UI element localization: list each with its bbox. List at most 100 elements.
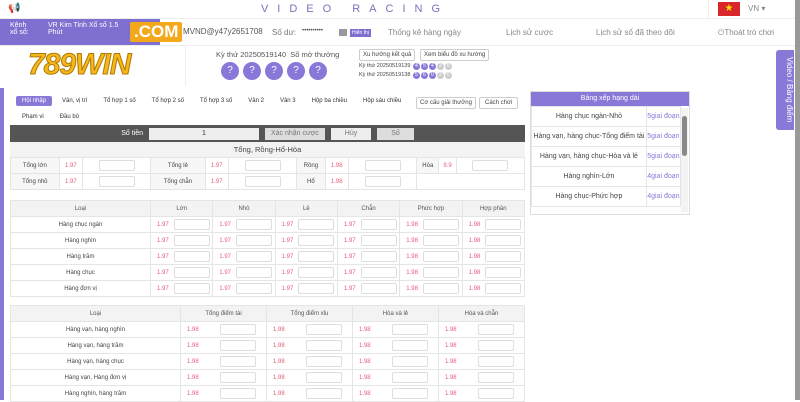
odds-value[interactable]: 1.98 — [180, 353, 210, 370]
odds-value[interactable]: 1.98 — [461, 248, 483, 265]
bet-amount-input[interactable] — [485, 283, 522, 294]
bet-amount-input[interactable] — [360, 251, 397, 262]
bet-amount-input[interactable] — [423, 267, 460, 278]
number-button[interactable]: Số — [377, 127, 414, 140]
eye-toggle-icon[interactable] — [339, 29, 347, 36]
odds-value[interactable]: 1.98 — [437, 337, 468, 354]
bet-amount-input[interactable] — [173, 251, 210, 262]
bet-amount-input[interactable] — [236, 267, 273, 278]
tab-hop-sau-chieu[interactable]: Hộp sáu chiều — [357, 96, 407, 106]
odds-value[interactable]: 1.97 — [204, 157, 229, 174]
odds-value[interactable]: 1.98 — [265, 369, 296, 386]
nav-daily-stats[interactable]: Thống kê hàng ngày — [388, 28, 461, 37]
bet-amount-input[interactable] — [472, 160, 509, 171]
odds-value[interactable]: 1.98 — [461, 264, 483, 281]
bet-amount-input[interactable] — [305, 356, 342, 367]
tab-dau-bo[interactable]: Đầu bò — [54, 112, 85, 122]
odds-value[interactable]: 1.98 — [461, 216, 483, 233]
bet-amount-input[interactable] — [423, 219, 460, 230]
bet-amount-input[interactable] — [173, 267, 210, 278]
bet-amount-input[interactable] — [391, 372, 428, 383]
odds-value[interactable]: 1.97 — [204, 173, 229, 190]
odds-value[interactable]: 1.97 — [274, 216, 296, 233]
bet-amount-input[interactable] — [244, 176, 281, 187]
odds-value[interactable]: 1.97 — [274, 248, 296, 265]
odds-value[interactable]: 1.97 — [336, 280, 359, 297]
odds-value[interactable]: 1.97 — [274, 264, 296, 281]
bet-amount-input[interactable] — [485, 251, 522, 262]
vietnam-flag-icon[interactable]: ★ — [718, 2, 740, 16]
odds-value[interactable]: 1.98 — [351, 385, 382, 402]
nav-bet-history[interactable]: Lịch sử cược — [506, 28, 553, 37]
bet-amount-input[interactable] — [298, 219, 335, 230]
show-balance-button[interactable]: Hiển thị — [350, 29, 371, 37]
odds-value[interactable]: 1.98 — [351, 321, 382, 338]
bet-amount-input[interactable] — [360, 235, 397, 246]
odds-value[interactable]: 1.98 — [351, 353, 382, 370]
tab-to-hop-1[interactable]: Tổ hợp 1 số — [97, 96, 141, 106]
odds-value[interactable]: 1.97 — [58, 173, 84, 190]
bet-amount-input[interactable] — [298, 283, 335, 294]
odds-value[interactable]: 1.98 — [180, 321, 210, 338]
how-to-play-button[interactable]: Cách chơi — [479, 97, 519, 109]
bet-amount-input[interactable] — [360, 267, 397, 278]
odds-value[interactable]: 1.97 — [212, 248, 234, 265]
bet-amount-input[interactable] — [219, 340, 256, 351]
nav-tracked-history[interactable]: Lịch sử số đã theo dõi — [596, 28, 675, 37]
bet-amount-input[interactable] — [391, 340, 428, 351]
odds-value[interactable]: 9.9 — [438, 157, 457, 174]
bet-amount-input[interactable] — [173, 219, 210, 230]
bet-amount-input[interactable] — [98, 160, 135, 171]
bet-amount-input[interactable] — [423, 251, 460, 262]
odds-value[interactable]: 1.97 — [212, 216, 234, 233]
odds-value[interactable]: 1.98 — [399, 232, 421, 249]
bet-amount-input[interactable] — [236, 283, 273, 294]
odds-value[interactable]: 1.98 — [265, 385, 296, 402]
bet-amount-input[interactable] — [423, 235, 460, 246]
bet-amount-input[interactable] — [173, 283, 210, 294]
bet-amount-input[interactable] — [219, 388, 256, 399]
odds-value[interactable]: 1.97 — [212, 264, 234, 281]
odds-value[interactable]: 1.97 — [150, 248, 172, 265]
bet-amount-input[interactable] — [305, 340, 342, 351]
odds-value[interactable]: 1.97 — [336, 216, 359, 233]
odds-value[interactable]: 1.97 — [212, 232, 234, 249]
odds-value[interactable]: 1.97 — [274, 232, 296, 249]
language-select[interactable]: VN ▾ — [748, 4, 765, 13]
confirm-bet-button[interactable]: Xác nhận cược — [264, 127, 325, 140]
bet-amount-input[interactable] — [485, 219, 522, 230]
odds-value[interactable]: 1.98 — [265, 337, 296, 354]
odds-value[interactable]: 1.98 — [265, 321, 296, 338]
odds-value[interactable]: 1.98 — [437, 369, 468, 386]
odds-value[interactable]: 1.98 — [437, 321, 468, 338]
bet-amount-input[interactable] — [423, 283, 460, 294]
amount-input[interactable]: 1 — [148, 127, 259, 140]
odds-value[interactable]: 1.98 — [399, 248, 421, 265]
bet-amount-input[interactable] — [305, 372, 342, 383]
odds-value[interactable]: 1.98 — [351, 337, 382, 354]
prize-structure-button[interactable]: Cơ cấu giải thưởng — [416, 97, 476, 109]
tab-hop-ba-chieu[interactable]: Hộp ba chiều — [306, 96, 353, 106]
bet-amount-input[interactable] — [219, 372, 256, 383]
tab-to-hop-3[interactable]: Tổ hợp 3 số — [194, 96, 238, 106]
bet-amount-input[interactable] — [477, 388, 514, 399]
tab-pham-vi[interactable]: Phạm vi — [16, 112, 50, 122]
bet-amount-input[interactable] — [219, 356, 256, 367]
trend-chart-button[interactable]: Xem biểu đồ xu hướng — [420, 49, 490, 61]
odds-value[interactable]: 1.98 — [437, 353, 468, 370]
bet-amount-input[interactable] — [236, 235, 273, 246]
bet-amount-input[interactable] — [219, 324, 256, 335]
bet-amount-input[interactable] — [485, 235, 522, 246]
bet-amount-input[interactable] — [236, 219, 273, 230]
page-scrollbar[interactable] — [795, 0, 800, 400]
bet-amount-input[interactable] — [305, 388, 342, 399]
odds-value[interactable]: 1.97 — [274, 280, 296, 297]
tab-hoi-nhap[interactable]: Hội nhập — [16, 96, 53, 106]
bet-amount-input[interactable] — [364, 160, 401, 171]
tab-van-vi-tri[interactable]: Vân, vị trí — [56, 96, 93, 106]
scrollbar-thumb[interactable] — [682, 116, 687, 156]
odds-value[interactable]: 1.98 — [265, 353, 296, 370]
odds-value[interactable]: 1.98 — [461, 280, 483, 297]
bet-amount-input[interactable] — [477, 372, 514, 383]
bet-amount-input[interactable] — [236, 251, 273, 262]
